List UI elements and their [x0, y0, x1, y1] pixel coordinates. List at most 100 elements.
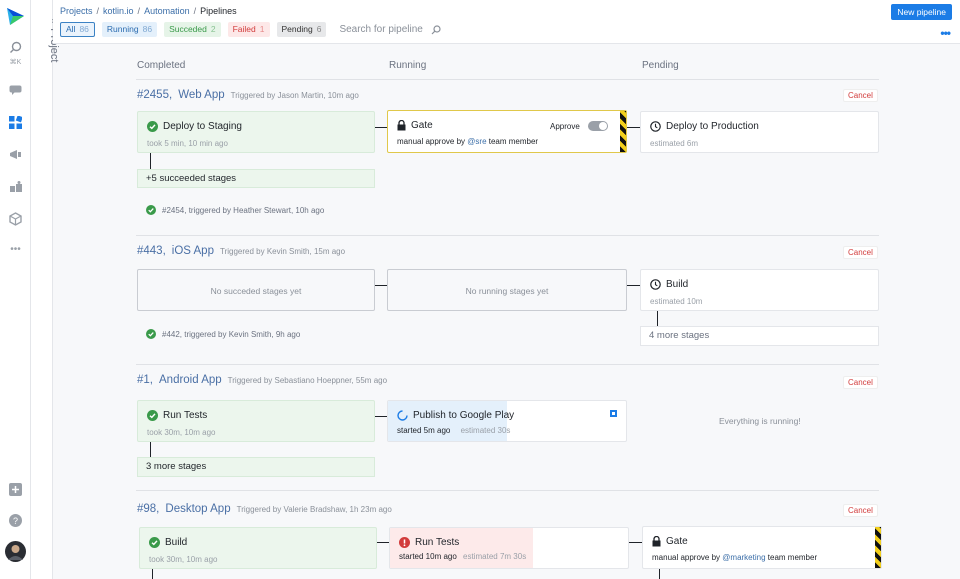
- stage-started: started 5m ago: [397, 426, 451, 435]
- breadcrumb-project[interactable]: kotlin.io: [103, 6, 134, 16]
- pipeline-title[interactable]: #98, Desktop App Triggered by Valerie Br…: [137, 503, 392, 515]
- stage-card-pending[interactable]: Deploy to Production estimated 6m: [640, 111, 879, 153]
- stage-subtitle: manual approve by: [652, 553, 721, 562]
- more-apps-icon[interactable]: •••: [0, 244, 31, 255]
- stage-card-completed[interactable]: Run Tests took 30m, 10m ago: [137, 400, 375, 442]
- stage-card-gate[interactable]: Gate Approve manual approve by @sre team…: [387, 110, 627, 153]
- stage-title: Build: [165, 537, 188, 548]
- search-icon[interactable]: [7, 39, 24, 56]
- stage-card-failed[interactable]: Run Tests started 10m ago estimated 7m 3…: [389, 527, 629, 569]
- pipeline-trigger: Triggered by Sebastiano Hoeppner, 55m ag…: [227, 376, 388, 385]
- empty-message: No running stages yet: [465, 286, 549, 296]
- cancel-button[interactable]: Cancel: [843, 504, 878, 517]
- svg-text:?: ?: [13, 516, 18, 526]
- lock-icon: [397, 120, 406, 131]
- pipeline-title[interactable]: #1, Android App Triggered by Sebastiano …: [137, 374, 387, 386]
- check-circle-icon: [146, 205, 156, 215]
- filter-pending[interactable]: Pending 6: [276, 22, 327, 37]
- pipeline-id: #2455,: [137, 89, 173, 101]
- stage-card-running[interactable]: Publish to Google Play started 5m ago es…: [387, 400, 627, 442]
- stage-card-completed[interactable]: Deploy to Staging took 5 min, 10 min ago: [137, 111, 375, 153]
- more-stages-button[interactable]: +5 succeeded stages: [137, 169, 375, 188]
- help-icon[interactable]: ?: [7, 512, 24, 529]
- breadcrumb-automation[interactable]: Automation: [144, 6, 190, 16]
- previous-run[interactable]: #442, triggered by Kevin Smith, 9h ago: [146, 329, 300, 339]
- stop-icon[interactable]: [610, 410, 617, 417]
- breadcrumb-current: Pipelines: [200, 6, 237, 16]
- megaphone-icon[interactable]: [7, 146, 24, 163]
- add-icon[interactable]: [7, 481, 24, 498]
- new-pipeline-button[interactable]: New pipeline: [891, 4, 952, 20]
- cancel-button[interactable]: Cancel: [843, 89, 878, 102]
- stage-title: Run Tests: [163, 410, 208, 421]
- connector: [375, 416, 387, 417]
- stage-card-pending[interactable]: Build estimated 10m: [640, 269, 879, 311]
- connector: [627, 285, 640, 286]
- team-icon[interactable]: [7, 178, 24, 195]
- chat-icon[interactable]: [7, 82, 24, 99]
- app-logo[interactable]: [5, 6, 26, 27]
- search-icon: [431, 24, 441, 34]
- package-icon[interactable]: [7, 210, 24, 227]
- stage-card-gate[interactable]: Gate manual approve by @marketing team m…: [642, 526, 882, 569]
- cancel-button[interactable]: Cancel: [843, 376, 878, 389]
- caution-stripe: [875, 527, 881, 568]
- previous-run[interactable]: #2454, triggered by Heather Stewart, 10h…: [146, 205, 324, 215]
- progress-fill: [388, 401, 507, 441]
- breadcrumb: Projects / kotlin.io / Automation / Pipelin…: [60, 6, 237, 16]
- stage-subtitle: manual approve by: [397, 137, 466, 146]
- stage-title: Deploy to Production: [666, 121, 759, 132]
- connector: [629, 542, 642, 543]
- pipeline-trigger: Triggered by Jason Martin, 10m ago: [230, 91, 359, 100]
- approve-toggle[interactable]: [588, 121, 608, 131]
- filter-failed[interactable]: Failed 1: [227, 22, 270, 37]
- stage-subtitle: took 30m, 10m ago: [149, 555, 218, 564]
- stage-title: Gate: [411, 120, 433, 131]
- stage-subtitle: took 30m, 10m ago: [147, 428, 216, 437]
- search-input[interactable]: Search for pipeline: [339, 24, 422, 35]
- column-running: Running: [389, 60, 427, 71]
- filter-label: All: [66, 24, 76, 34]
- avatar[interactable]: [5, 541, 26, 562]
- team-mention[interactable]: @sre: [467, 137, 486, 146]
- filter-running[interactable]: Running 86: [101, 22, 158, 37]
- status-filters: All 86 Running 86 Succeded 2 Failed 1 Pendin…: [60, 22, 441, 37]
- stage-subtitle-suffix: team member: [488, 137, 539, 146]
- stage-card-completed[interactable]: Build took 30m, 10m ago: [139, 527, 377, 569]
- cancel-button[interactable]: Cancel: [843, 246, 878, 259]
- filter-count: 2: [210, 24, 216, 34]
- connector: [375, 127, 387, 128]
- pipeline-name: Web App: [178, 89, 225, 101]
- pipeline-title[interactable]: #443, iOS App Triggered by Kevin Smith, …: [137, 245, 345, 257]
- more-stages-button[interactable]: 4 more stages: [640, 326, 879, 346]
- stage-title: Build: [666, 279, 689, 290]
- divider: [136, 79, 879, 80]
- filter-succeeded[interactable]: Succeded 2: [164, 22, 221, 37]
- pipeline-id: #443,: [137, 245, 166, 257]
- pipeline-search[interactable]: Search for pipeline: [339, 24, 441, 35]
- stage-subtitle: estimated 6m: [650, 139, 699, 148]
- more-stages-button[interactable]: 3 more stages: [137, 457, 375, 477]
- divider: [136, 364, 879, 365]
- more-options-icon[interactable]: •••: [940, 26, 951, 40]
- lock-icon: [652, 536, 661, 547]
- filter-count: 1: [259, 24, 265, 34]
- pipeline-trigger: Triggered by Kevin Smith, 15m ago: [219, 247, 346, 256]
- pipeline-id: #98,: [137, 503, 160, 515]
- team-mention[interactable]: @marketing: [722, 553, 765, 562]
- progress-fill: [390, 528, 533, 568]
- stage-title: Run Tests: [415, 537, 460, 548]
- approve-label: Approve: [550, 122, 580, 131]
- filter-label: Failed: [232, 24, 256, 34]
- filter-all[interactable]: All 86: [60, 22, 95, 37]
- filter-count: 86: [79, 24, 89, 34]
- caution-stripe: [620, 111, 626, 152]
- all-running-message: Everything is running!: [719, 416, 801, 426]
- column-pending: Pending: [642, 60, 679, 71]
- stage-subtitle: estimated 10m: [650, 297, 703, 306]
- projects-icon[interactable]: [7, 114, 24, 131]
- breadcrumb-projects[interactable]: Projects: [60, 6, 93, 16]
- pipeline-title[interactable]: #2455, Web App Triggered by Jason Martin…: [137, 89, 359, 101]
- pipeline-name: Android App: [159, 374, 222, 386]
- empty-completed-stages: No succeded stages yet: [137, 269, 375, 311]
